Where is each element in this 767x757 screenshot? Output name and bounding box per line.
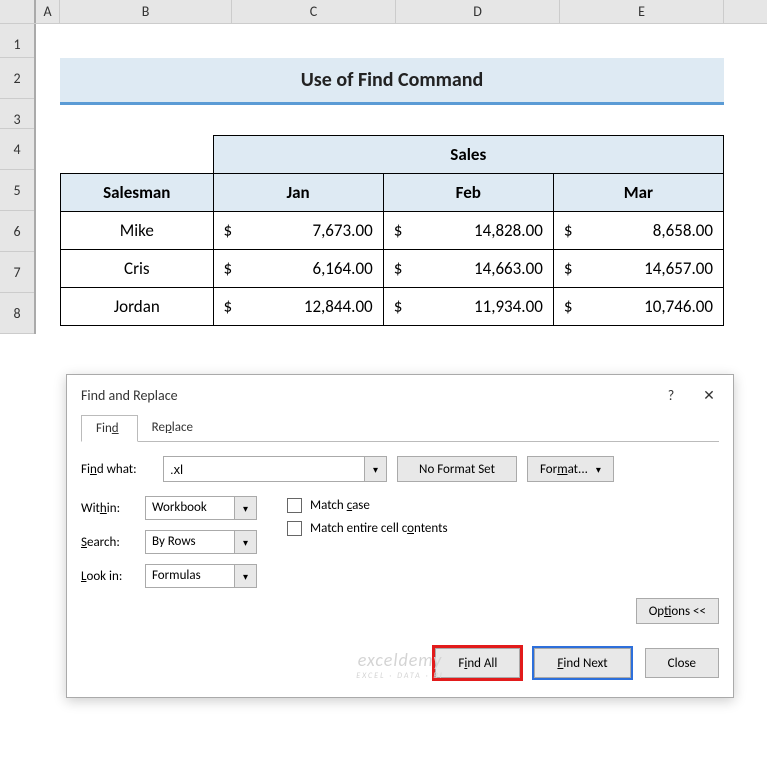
find-what-input[interactable]: ▾ (163, 456, 387, 482)
lookin-label: Look in: (81, 569, 137, 584)
row-header-4[interactable]: 4 (0, 129, 34, 170)
tab-find[interactable]: Find (81, 415, 138, 442)
month-mar: Mar (553, 174, 723, 212)
options-button[interactable]: Options << (636, 598, 719, 624)
cell-value[interactable]: $12,844.00 (213, 288, 383, 326)
chevron-down-icon[interactable]: ▾ (234, 531, 256, 553)
lookin-select[interactable]: Formulas▾ (145, 564, 257, 588)
table-row: Jordan $12,844.00 $11,934.00 $10,746.00 (61, 288, 724, 326)
col-header-C[interactable]: C (232, 0, 396, 23)
row-header-5[interactable]: 5 (0, 170, 34, 211)
help-icon[interactable]: ? (661, 385, 681, 405)
cell-value[interactable]: $7,673.00 (213, 212, 383, 250)
row-header-3[interactable]: 3 (0, 99, 34, 129)
cell-name[interactable]: Mike (61, 212, 214, 250)
find-replace-dialog: Find and Replace ? ✕ Find Replace Find w… (66, 374, 734, 698)
find-all-button[interactable]: Find All (435, 648, 520, 678)
cell-value[interactable]: $14,663.00 (383, 250, 553, 288)
sales-header: Sales (213, 136, 723, 174)
cell-name[interactable]: Cris (61, 250, 214, 288)
select-all-corner[interactable] (0, 0, 36, 23)
table-row: Mike $7,673.00 $14,828.00 $8,658.00 (61, 212, 724, 250)
cell-value[interactable]: $14,657.00 (553, 250, 723, 288)
col-header-B[interactable]: B (60, 0, 232, 23)
chevron-down-icon[interactable]: ▾ (234, 497, 256, 519)
cell-value[interactable]: $14,828.00 (383, 212, 553, 250)
page-title: Use of Find Command (60, 58, 724, 105)
chevron-down-icon[interactable]: ▾ (364, 457, 386, 481)
find-next-button[interactable]: Find Next (534, 648, 630, 678)
cell-name[interactable]: Jordan (61, 288, 214, 326)
table-row: Cris $6,164.00 $14,663.00 $14,657.00 (61, 250, 724, 288)
row-header-7[interactable]: 7 (0, 252, 34, 293)
cell-value[interactable]: $10,746.00 (553, 288, 723, 326)
row-header-col: 1 2 3 4 5 6 7 8 (0, 24, 36, 334)
search-select[interactable]: By Rows▾ (145, 530, 257, 554)
month-feb: Feb (383, 174, 553, 212)
row-header-8[interactable]: 8 (0, 293, 34, 334)
cell-value[interactable]: $11,934.00 (383, 288, 553, 326)
close-icon[interactable]: ✕ (699, 385, 719, 405)
close-button[interactable]: Close (645, 648, 719, 678)
format-button[interactable]: Format...▾ (527, 456, 614, 482)
col-header-D[interactable]: D (396, 0, 560, 23)
sales-table: Sales Salesman Jan Feb Mar Mike $7,673.0… (60, 135, 724, 326)
within-label: Within: (81, 501, 137, 516)
chevron-down-icon[interactable]: ▾ (234, 565, 256, 587)
col-header-A[interactable]: A (36, 0, 60, 23)
no-format-button[interactable]: No Format Set (397, 456, 517, 482)
row-header-2[interactable]: 2 (0, 58, 34, 99)
row-header-6[interactable]: 6 (0, 211, 34, 252)
match-entire-checkbox[interactable]: Match entire cell contents (287, 521, 448, 536)
row-header-1[interactable]: 1 (0, 24, 34, 58)
dialog-title: Find and Replace (81, 387, 178, 404)
salesman-header: Salesman (61, 174, 214, 212)
watermark: exceldemy EXCEL · DATA · BI (356, 649, 444, 681)
col-header-E[interactable]: E (560, 0, 724, 23)
column-header-row: A B C D E (0, 0, 767, 24)
find-what-label: Find what: (81, 462, 153, 477)
cell-value[interactable]: $8,658.00 (553, 212, 723, 250)
tab-replace[interactable]: Replace (138, 415, 211, 441)
cell-value[interactable]: $6,164.00 (213, 250, 383, 288)
match-case-checkbox[interactable]: Match case (287, 498, 448, 513)
within-select[interactable]: Workbook▾ (145, 496, 257, 520)
search-label: Search: (81, 535, 137, 550)
month-jan: Jan (213, 174, 383, 212)
